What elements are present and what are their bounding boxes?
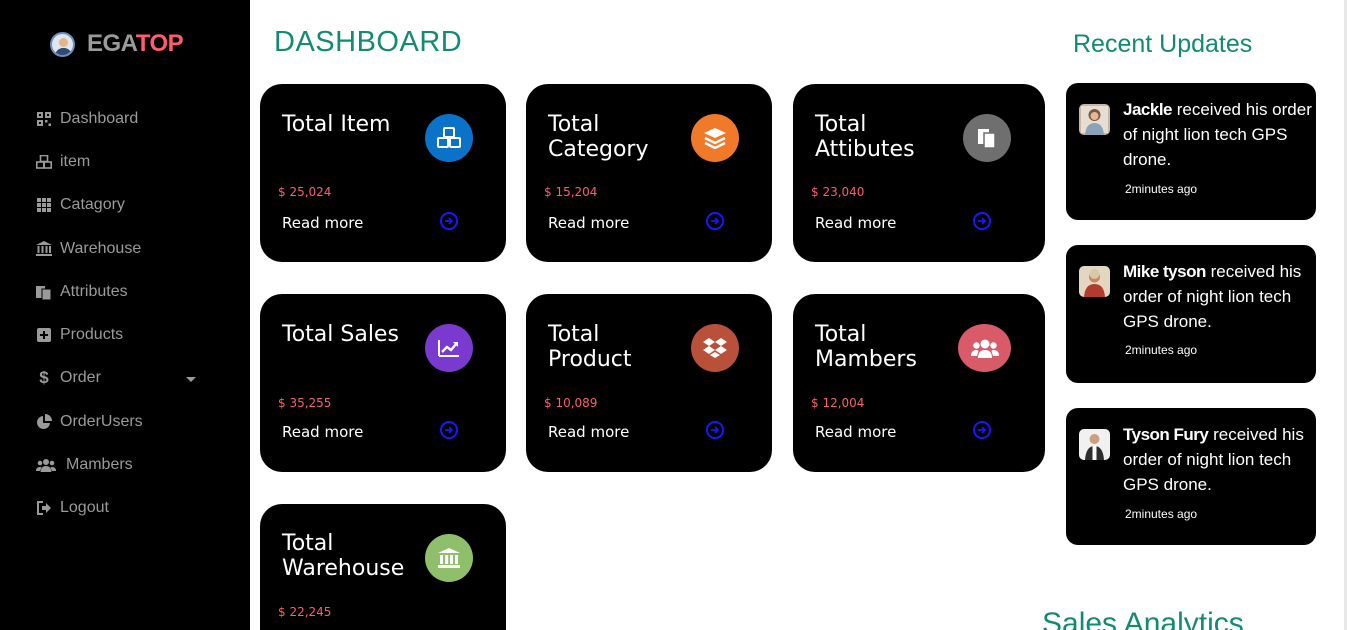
recent-updates-title: Recent Updates (1073, 30, 1253, 58)
sidebar-item-label: Mambers (66, 456, 133, 474)
avatar (1079, 266, 1110, 297)
stat-card-mambers: Total Mambers $ 12,004 Read more (793, 294, 1045, 472)
sidebar-item-mambers[interactable]: Mambers (36, 443, 206, 486)
arrow-circle-right-icon[interactable] (440, 421, 458, 439)
card-title: Total Product (548, 322, 632, 372)
sidebar-item-label: Warehouse (60, 239, 142, 257)
card-title: Total Item (282, 112, 391, 137)
sidebar-item-order[interactable]: $ Order (36, 357, 206, 400)
brand-name: EGATOP (87, 30, 184, 58)
chart-line-icon (425, 324, 473, 372)
bank-icon (36, 241, 52, 257)
stat-card-sales: Total Sales $ 35,255 Read more (260, 294, 506, 472)
update-text: Mike tyson received his order of night l… (1123, 259, 1313, 334)
read-more-link[interactable]: Read more (815, 423, 896, 441)
brand-logo[interactable]: EGATOP (50, 30, 184, 58)
brand-part2: TOP (135, 30, 184, 57)
sidebar-item-label: Products (60, 326, 124, 344)
plus-square-icon (36, 327, 52, 343)
stat-card-item: Total Item $ 25,024 Read more (260, 84, 506, 262)
stat-card-category: Total Category $ 15,204 Read more (526, 84, 772, 262)
card-value: $ 15,204 (544, 185, 598, 199)
avatar (50, 31, 75, 57)
card-value: $ 10,089 (544, 396, 598, 410)
sidebar: EGATOP Dashboard item Catagory Warehouse (0, 0, 250, 630)
page-title: DASHBOARD (274, 26, 463, 58)
sidebar-item-warehouse[interactable]: Warehouse (36, 227, 206, 270)
update-text: Tyson Fury received his order of night l… (1123, 422, 1313, 497)
dollar-icon: $ (39, 368, 49, 388)
card-title: Total Sales (282, 322, 399, 347)
sidebar-item-logout[interactable]: Logout (36, 487, 206, 530)
brand-part1: EGA (87, 30, 136, 57)
qrcode-icon (36, 111, 52, 127)
sidebar-item-label: item (60, 152, 91, 170)
cubes-icon (36, 154, 52, 170)
arrow-circle-right-icon[interactable] (973, 212, 991, 230)
cubes-icon (425, 114, 473, 162)
stat-card-attributes: Total Attibutes $ 23,040 Read more (793, 84, 1045, 262)
card-value: $ 25,024 (278, 185, 332, 199)
arrow-circle-right-icon[interactable] (440, 212, 458, 230)
update-name: Tyson Fury (1123, 425, 1209, 444)
main-content: DASHBOARD Total Item $ 25,024 Read more … (250, 0, 1347, 630)
card-value: $ 35,255 (278, 396, 332, 410)
card-value: $ 12,004 (811, 396, 865, 410)
update-text: Jackle received his order of night lion … (1123, 97, 1313, 172)
card-value: $ 22,245 (278, 605, 332, 619)
pie-chart-icon (36, 413, 52, 430)
sidebar-item-orderusers[interactable]: OrderUsers (36, 400, 206, 443)
sidebar-item-label: Logout (60, 499, 109, 517)
card-title: Total Mambers (815, 322, 917, 372)
update-name: Mike tyson (1123, 262, 1206, 281)
read-more-link[interactable]: Read more (548, 214, 629, 232)
users-icon (958, 324, 1011, 372)
avatar (1079, 429, 1110, 460)
sales-analytics-title: Sales Analytics (1042, 607, 1244, 630)
sidebar-item-item[interactable]: item (36, 140, 206, 183)
sidebar-nav: Dashboard item Catagory Warehouse Attrib… (36, 97, 206, 530)
sidebar-item-dashboard[interactable]: Dashboard (36, 97, 206, 140)
arrow-circle-right-icon[interactable] (706, 212, 724, 230)
arrow-circle-right-icon[interactable] (706, 421, 724, 439)
update-card: Mike tyson received his order of night l… (1066, 245, 1316, 383)
update-card: Jackle received his order of night lion … (1066, 83, 1316, 220)
sign-out-icon (36, 500, 52, 516)
bank-icon (425, 534, 473, 582)
sidebar-item-label: Catagory (60, 196, 125, 214)
sidebar-item-label: OrderUsers (60, 412, 143, 430)
card-title: Total Warehouse (282, 531, 405, 581)
users-icon (36, 457, 56, 473)
stat-card-product: Total Product $ 10,089 Read more (526, 294, 772, 472)
sidebar-item-label: Dashboard (60, 109, 139, 127)
update-time: 2minutes ago (1125, 507, 1198, 521)
card-value: $ 23,040 (811, 185, 865, 199)
read-more-link[interactable]: Read more (282, 423, 363, 441)
layers-icon (691, 114, 739, 162)
update-name: Jackle (1123, 100, 1173, 119)
sidebar-item-label: Attributes (60, 282, 128, 300)
read-more-link[interactable]: Read more (282, 214, 363, 232)
grid-icon (36, 197, 52, 213)
read-more-link[interactable]: Read more (815, 214, 896, 232)
stat-card-warehouse: Total Warehouse $ 22,245 (260, 504, 506, 630)
sidebar-item-label: Order (60, 369, 101, 387)
copy-icon (963, 114, 1011, 162)
sidebar-item-catagory[interactable]: Catagory (36, 184, 206, 227)
update-card: Tyson Fury received his order of night l… (1066, 408, 1316, 545)
copy-icon (36, 284, 52, 300)
card-title: Total Attibutes (815, 112, 915, 162)
avatar (1079, 104, 1110, 135)
sidebar-item-attributes[interactable]: Attributes (36, 270, 206, 313)
sidebar-item-products[interactable]: Products (36, 313, 206, 356)
read-more-link[interactable]: Read more (548, 423, 629, 441)
card-title: Total Category (548, 112, 649, 162)
dropbox-icon (691, 324, 739, 372)
update-time: 2minutes ago (1125, 343, 1198, 357)
update-time: 2minutes ago (1125, 182, 1198, 196)
chevron-down-icon[interactable] (186, 376, 196, 382)
arrow-circle-right-icon[interactable] (973, 421, 991, 439)
